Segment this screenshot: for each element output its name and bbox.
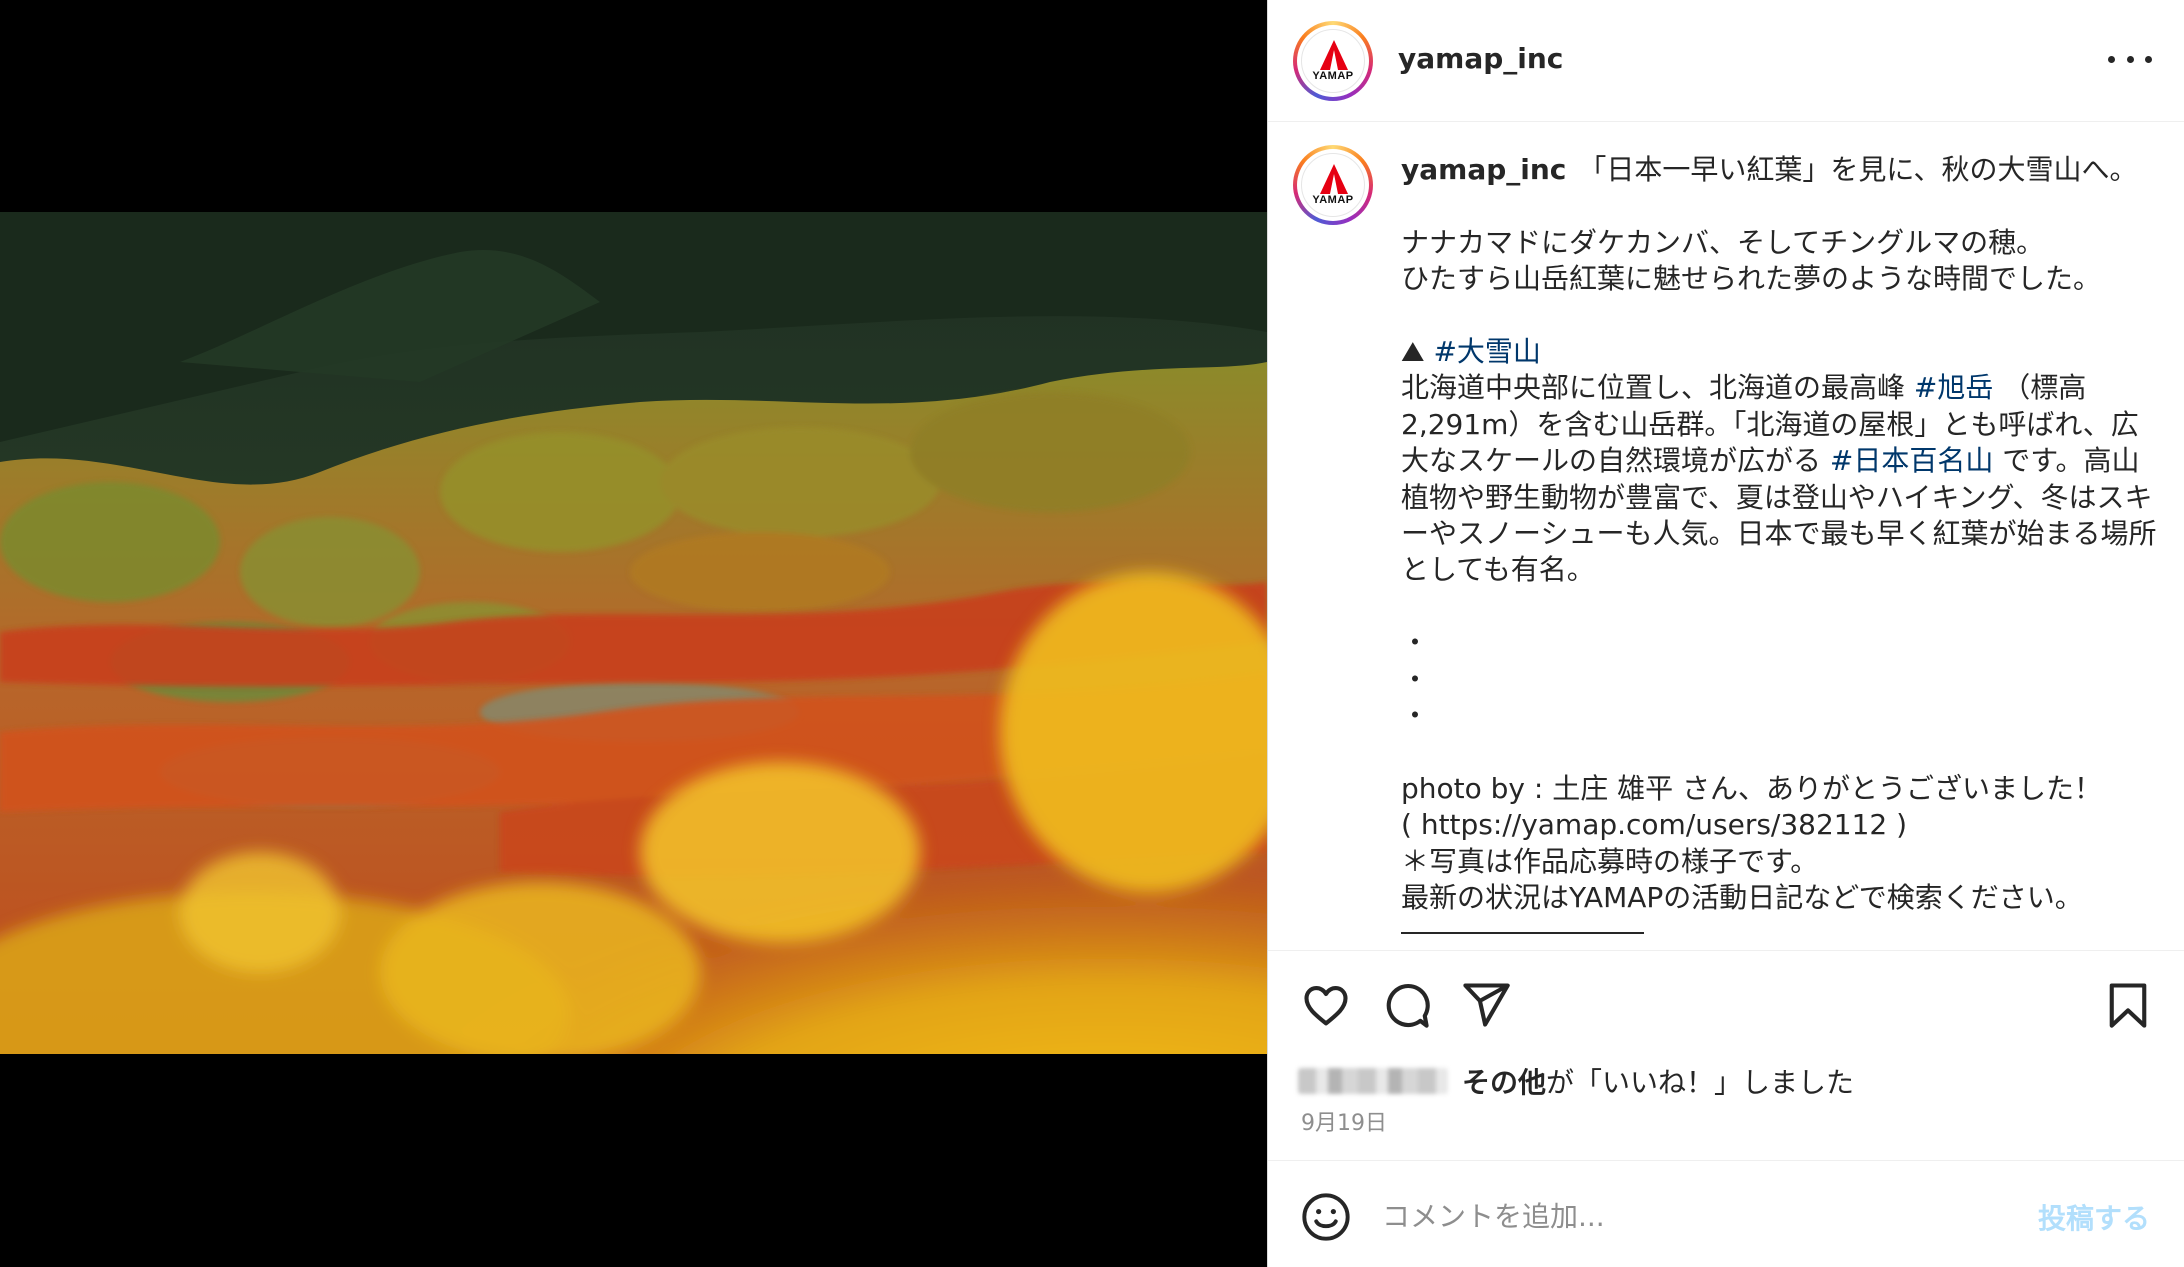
photo-illustration bbox=[0, 212, 1267, 1054]
post-media[interactable] bbox=[0, 0, 1267, 1267]
caption-text: yamap_inc 「日本一早い紅葉」を見に、秋の大雪山へ。 ナナカマドにダケカン… bbox=[1401, 152, 2161, 935]
comment-bubble-icon[interactable] bbox=[1380, 979, 1432, 1031]
caption-link[interactable]: ( https://yamap.com/users/382112 ) bbox=[1401, 807, 2161, 843]
caption-divider bbox=[1401, 932, 1644, 935]
smiley-icon[interactable] bbox=[1300, 1191, 1352, 1243]
hashtag-daisetsuzan[interactable]: #大雪山 bbox=[1433, 335, 1540, 368]
caption-description: 北海道中央部に位置し、北海道の最高峰 #旭岳 （標高2,291m）を含む山岳群。… bbox=[1401, 370, 2161, 588]
bookmark-icon[interactable] bbox=[2102, 979, 2154, 1031]
likes-others[interactable]: その他 bbox=[1462, 1066, 1546, 1099]
caption-note-2: 最新の状況はYAMAPの活動日記などで検索ください。 bbox=[1401, 881, 2083, 915]
yamap-logo: YAMAP bbox=[1301, 153, 1365, 217]
caption-dot-2: ・ bbox=[1401, 662, 1430, 696]
caption-first-line: yamap_inc 「日本一早い紅葉」を見に、秋の大雪山へ。 bbox=[1401, 152, 2161, 188]
heart-icon[interactable] bbox=[1300, 979, 1352, 1031]
post-comment-button[interactable]: 投稿する bbox=[2038, 1197, 2150, 1237]
more-horizontal-icon[interactable] bbox=[2108, 44, 2152, 74]
post-photo-autumn-mountain[interactable] bbox=[0, 212, 1267, 1054]
logo-text: YAMAP bbox=[1312, 70, 1354, 82]
post-date[interactable]: 9月19日 bbox=[1301, 1105, 1387, 1137]
header-username[interactable]: yamap_inc bbox=[1398, 42, 1563, 75]
caption-photo-by: photo by : 土庄 雄平 さん、ありがとうございました！ bbox=[1401, 771, 2103, 805]
mountain-logo-icon bbox=[1320, 164, 1348, 194]
paper-plane-icon[interactable] bbox=[1460, 979, 1512, 1031]
comment-bar: 投稿する bbox=[1268, 1160, 2184, 1267]
hashtag-asahidake[interactable]: #旭岳 bbox=[1914, 371, 1993, 404]
caption-area[interactable]: YAMAP yamap_inc 「日本一早い紅葉」を見に、秋の大雪山へ。 ナナカマ… bbox=[1268, 122, 2184, 950]
post-actions: その他が「いいね！」しました 9月19日 bbox=[1268, 950, 2184, 1168]
yamap-logo: YAMAP bbox=[1301, 29, 1365, 93]
likes-summary[interactable]: その他が「いいね！」しました bbox=[1298, 1061, 1854, 1101]
logo-text: YAMAP bbox=[1312, 194, 1354, 206]
liked-by-avatars-blurred bbox=[1298, 1068, 1448, 1094]
caption-username[interactable]: yamap_inc bbox=[1401, 153, 1566, 186]
caption-tag-line: ⛰ #大雪山 bbox=[1401, 334, 2161, 370]
hashtag-hyakumeizan[interactable]: #日本百名山 bbox=[1830, 444, 1993, 477]
likes-suffix: が「いいね！」しました bbox=[1546, 1066, 1855, 1099]
post-side-panel: YAMAP yamap_inc YAMAP yamap_inc 「日本一早い紅葉」… bbox=[1267, 0, 2184, 1267]
post-header: YAMAP yamap_inc bbox=[1268, 0, 2184, 122]
likes-text: その他が「いいね！」しました bbox=[1462, 1061, 1854, 1101]
caption-note-1: ＊写真は作品応募時の様子です。 bbox=[1401, 844, 1819, 878]
caption-line-2: ナナカマドにダケカンバ、そしてチングルマの穂。 bbox=[1401, 225, 2045, 259]
caption-line-1: 「日本一早い紅葉」を見に、秋の大雪山へ。 bbox=[1578, 153, 2138, 186]
caption-dot-3: ・ bbox=[1401, 699, 1430, 733]
desc-part-a: 北海道中央部に位置し、北海道の最高峰 bbox=[1401, 371, 1914, 405]
mountain-logo-icon bbox=[1320, 40, 1348, 70]
caption-line-3: ひたすら山岳紅葉に魅せられた夢のような時間でした。 bbox=[1401, 262, 2102, 296]
mountain-emoji-icon: ⛰ bbox=[1401, 335, 1425, 368]
comment-input[interactable] bbox=[1380, 1189, 1964, 1243]
caption-dot-1: ・ bbox=[1401, 626, 1430, 660]
avatar[interactable]: YAMAP bbox=[1293, 21, 1373, 101]
caption-avatar[interactable]: YAMAP bbox=[1293, 145, 1373, 225]
